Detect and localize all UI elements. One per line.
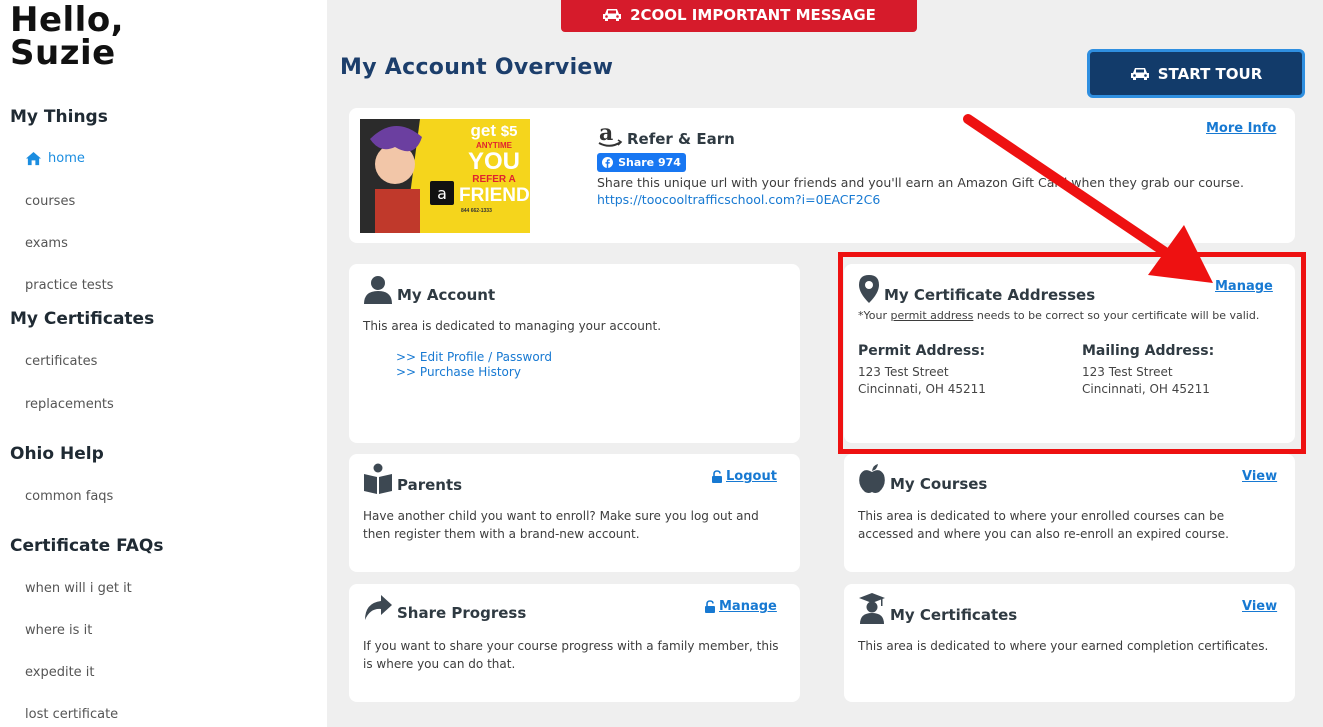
nav-exams[interactable]: exams xyxy=(25,236,68,251)
nav-replacements[interactable]: replacements xyxy=(25,397,114,412)
sidebar: Hello, Suzie My Things home courses exam… xyxy=(0,0,327,727)
nav-expedite-it[interactable]: expedite it xyxy=(25,665,95,680)
my-account-title: My Account xyxy=(363,274,495,304)
start-tour-label: START TOUR xyxy=(1157,64,1263,83)
important-message-label: 2COOL IMPORTANT MESSAGE xyxy=(630,6,876,24)
nav-courses[interactable]: courses xyxy=(25,194,75,209)
parents-title: Parents xyxy=(363,463,462,494)
nav-home[interactable]: home xyxy=(25,151,85,166)
nav-common-faqs[interactable]: common faqs xyxy=(25,489,113,504)
refer-friend-promo-image: a get $5 ANYTIME YOU REFER A FRIEND 844 … xyxy=(360,119,530,233)
section-certificate-faqs: Certificate FAQs xyxy=(10,536,164,556)
nav-when-will-i-get-it[interactable]: when will i get it xyxy=(25,581,132,596)
greeting-user-name: Suzie xyxy=(10,33,116,73)
amazon-icon: a xyxy=(598,122,623,147)
unlock-icon xyxy=(712,470,722,483)
share-progress-title-text: Share Progress xyxy=(397,604,527,622)
nav-where-is-it[interactable]: where is it xyxy=(25,623,92,638)
logout-link[interactable]: Logout xyxy=(711,469,777,484)
my-courses-title: My Courses xyxy=(858,463,987,493)
purchase-history-link[interactable]: >> Purchase History xyxy=(396,365,552,380)
section-my-certificates: My Certificates xyxy=(10,309,155,329)
logout-label: Logout xyxy=(726,469,777,484)
promo-get: get xyxy=(470,121,497,140)
greeting: Hello, Suzie xyxy=(10,3,124,73)
courses-view-link[interactable]: View xyxy=(1242,469,1277,484)
my-account-title-text: My Account xyxy=(397,286,496,304)
my-account-links: >> Edit Profile / Password >> Purchase H… xyxy=(396,350,552,380)
refer-description: Share this unique url with your friends … xyxy=(597,175,1244,190)
promo-you: YOU xyxy=(467,148,520,175)
page-title: My Account Overview xyxy=(340,55,614,80)
parent-reading-icon xyxy=(364,463,392,494)
parents-description: Have another child you want to enroll? M… xyxy=(363,509,759,541)
certificates-view-link[interactable]: View xyxy=(1242,599,1277,614)
refer-earn-title: a Refer & Earn xyxy=(597,122,735,148)
my-courses-description: This area is dedicated to where your enr… xyxy=(858,509,1229,541)
car-icon xyxy=(1130,67,1149,80)
refer-earn-title-text: Refer & Earn xyxy=(627,130,735,148)
svg-text:a: a xyxy=(437,184,447,203)
facebook-share-button[interactable]: Share 974 xyxy=(597,153,686,172)
share-arrow-icon xyxy=(365,595,392,620)
my-certificates-description: This area is dedicated to where your ear… xyxy=(858,639,1269,653)
share-progress-title: Share Progress xyxy=(363,594,526,622)
unlock-icon xyxy=(705,600,715,613)
highlight-box xyxy=(838,252,1306,454)
user-icon xyxy=(364,276,392,304)
nav-lost-certificate[interactable]: lost certificate xyxy=(25,707,118,722)
promo-phone: 844 662-1333 xyxy=(461,208,492,214)
svg-text:a: a xyxy=(599,122,613,146)
edit-profile-link[interactable]: >> Edit Profile / Password xyxy=(396,350,552,365)
promo-text: get $5 ANYTIME YOU REFER A FRIEND 844 66… xyxy=(459,121,530,216)
share-progress-manage-link[interactable]: Manage xyxy=(704,599,777,614)
more-info-link[interactable]: More Info xyxy=(1206,121,1276,136)
nav-practice-tests[interactable]: practice tests xyxy=(25,278,113,293)
home-icon xyxy=(26,151,41,166)
promo-refer: REFER A xyxy=(472,174,516,185)
promo-amount: $5 xyxy=(500,123,518,140)
facebook-share-label: Share 974 xyxy=(618,156,681,169)
promo-friend: FRIEND xyxy=(459,185,530,206)
car-icon xyxy=(603,9,622,21)
my-certificates-title-text: My Certificates xyxy=(890,606,1018,624)
nav-certificates[interactable]: certificates xyxy=(25,354,97,369)
parents-title-text: Parents xyxy=(397,476,463,494)
referral-url-link[interactable]: https://toocooltrafficschool.com?i=0EACF… xyxy=(597,191,880,209)
start-tour-button[interactable]: START TOUR xyxy=(1087,49,1305,98)
section-ohio-help: Ohio Help xyxy=(10,444,104,464)
section-my-things: My Things xyxy=(10,107,108,127)
my-certificates-title: My Certificates xyxy=(858,592,1017,624)
apple-icon xyxy=(859,464,885,493)
my-courses-title-text: My Courses xyxy=(890,475,988,493)
share-progress-description: If you want to share your course progres… xyxy=(363,639,779,671)
nav-home-label: home xyxy=(48,151,85,166)
share-progress-manage-label: Manage xyxy=(719,599,777,614)
my-account-description: This area is dedicated to managing your … xyxy=(363,319,662,333)
facebook-icon xyxy=(602,157,614,168)
graduate-icon xyxy=(859,593,885,624)
important-message-button[interactable]: 2COOL IMPORTANT MESSAGE xyxy=(561,0,917,32)
